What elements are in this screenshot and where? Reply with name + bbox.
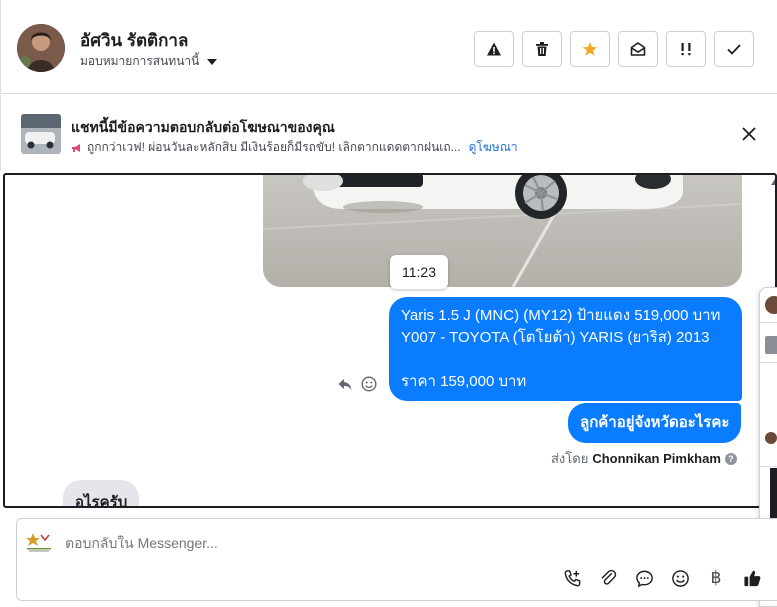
emoji-button[interactable] bbox=[669, 567, 691, 589]
message-line: Yaris 1.5 J (MNC) (MY12) ป้ายแดง 519,000… bbox=[401, 307, 721, 324]
mark-spam-button[interactable] bbox=[474, 31, 514, 67]
caret-down-icon bbox=[207, 58, 218, 65]
message-hover-actions bbox=[337, 376, 377, 397]
side-panel-avatar bbox=[765, 296, 777, 314]
ad-banner-subtitle-row: ถูกกว่าเวฟ! ผ่อนวันละหลักสิบ มีเงินร้อยก… bbox=[71, 138, 518, 157]
outgoing-question-bubble[interactable]: ลูกค้าอยู่จังหวัดอะไรคะ bbox=[568, 403, 742, 443]
divider bbox=[760, 362, 777, 363]
assign-label: มอบหมายการสนทนานี้ bbox=[80, 54, 200, 68]
message-line: Y007 - TOYOTA (โตโยต้า) YARIS (ยาริส) 20… bbox=[401, 329, 710, 346]
outgoing-message-bubble[interactable]: Yaris 1.5 J (MNC) (MY12) ป้ายแดง 519,000… bbox=[389, 297, 742, 401]
scroll-up-arrow-icon[interactable] bbox=[771, 179, 775, 185]
payment-button[interactable]: ฿ bbox=[705, 567, 727, 589]
done-check-icon bbox=[727, 44, 741, 55]
car-photo-attachment[interactable] bbox=[263, 175, 742, 287]
composer-toolbar: ฿ bbox=[561, 567, 763, 589]
ad-thumbnail[interactable] bbox=[21, 114, 61, 154]
message-line bbox=[401, 349, 730, 371]
paperclip-icon bbox=[601, 569, 616, 585]
sent-by-label: ส่งโดย Chonnikan Pimkham ? bbox=[551, 448, 737, 469]
follow-up-icon bbox=[681, 43, 691, 56]
warning-icon bbox=[487, 42, 501, 56]
smiley-icon bbox=[671, 569, 689, 587]
conversation-header: อัศวิน รัตติกาล มอบหมายการสนทนานี้ bbox=[0, 0, 777, 94]
sender-name: Chonnikan Pimkham bbox=[592, 451, 721, 466]
trash-icon bbox=[536, 42, 548, 56]
message-line: ราคา 159,000 บาท bbox=[401, 373, 527, 390]
mark-done-button[interactable] bbox=[714, 31, 754, 67]
contact-avatar[interactable] bbox=[17, 24, 65, 72]
call-request-button[interactable] bbox=[561, 567, 583, 589]
star-button[interactable] bbox=[570, 31, 610, 67]
ad-reply-banner: แชทนี้มีข้อความตอบกลับต่อโฆษณาของคุณ ถูก… bbox=[0, 95, 777, 171]
help-icon[interactable]: ? bbox=[724, 452, 737, 465]
phone-plus-icon bbox=[564, 569, 580, 586]
saved-replies-button[interactable] bbox=[633, 567, 655, 589]
megaphone-icon bbox=[72, 143, 80, 152]
page-logo bbox=[25, 531, 53, 553]
reply-input[interactable] bbox=[65, 535, 565, 551]
side-panel-small-avatar bbox=[765, 432, 777, 444]
close-icon bbox=[742, 127, 756, 141]
message-thread[interactable]: 11:23 Yaris 1.5 J (MNC) (MY12) ป้ายแดง 5… bbox=[3, 173, 777, 508]
side-panel-thumbnail bbox=[765, 336, 777, 354]
follow-up-button[interactable] bbox=[666, 31, 706, 67]
ad-banner-title: แชทนี้มีข้อความตอบกลับต่อโฆษณาของคุณ bbox=[71, 119, 335, 135]
message-timestamp: 11:23 bbox=[390, 255, 448, 289]
divider bbox=[760, 322, 777, 323]
reply-icon[interactable] bbox=[337, 376, 353, 397]
delete-button[interactable] bbox=[522, 31, 562, 67]
conversation-actions bbox=[474, 31, 754, 67]
contact-name: อัศวิน รัตติกาล bbox=[80, 31, 189, 50]
mark-unread-button[interactable] bbox=[618, 31, 658, 67]
attach-file-button[interactable] bbox=[597, 567, 619, 589]
ad-banner-subtitle: ถูกกว่าเวฟ! ผ่อนวันละหลักสิบ มีเงินร้อยก… bbox=[87, 140, 461, 154]
mark-unread-icon bbox=[630, 42, 646, 56]
star-icon bbox=[582, 42, 598, 56]
message-composer: ฿ bbox=[16, 518, 777, 601]
react-smiley-icon[interactable] bbox=[361, 376, 377, 397]
sent-by-prefix: ส่งโดย bbox=[551, 451, 589, 466]
chat-bubble-icon bbox=[635, 570, 653, 587]
close-banner-button[interactable] bbox=[740, 125, 758, 148]
like-button[interactable] bbox=[741, 567, 763, 589]
view-ad-link[interactable]: ดูโฆษณา bbox=[469, 138, 518, 157]
baht-currency-icon: ฿ bbox=[710, 568, 722, 588]
thumbs-up-icon bbox=[743, 570, 760, 586]
incoming-message-bubble[interactable]: อุไรครับ bbox=[63, 480, 140, 506]
divider bbox=[760, 466, 777, 467]
assign-conversation-dropdown[interactable]: มอบหมายการสนทนานี้ bbox=[80, 52, 218, 71]
